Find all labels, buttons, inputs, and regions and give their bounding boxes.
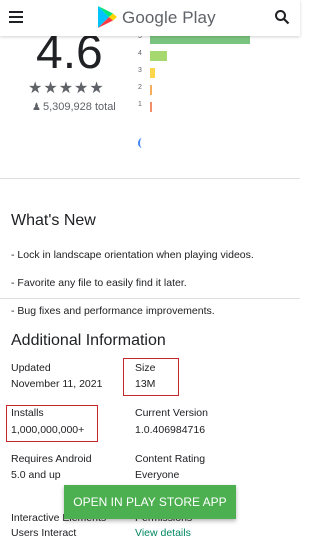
google-play-logo-icon	[98, 6, 117, 28]
whats-new-line: - Favorite any file to easily find it la…	[11, 277, 187, 289]
current-version-value: 1.0.406984716	[135, 424, 206, 436]
interactive-elements-value: Users Interact	[11, 527, 77, 539]
whats-new-body: - Lock in landscape orientation when pla…	[11, 234, 254, 332]
histogram-star-label: 2	[138, 84, 142, 91]
review-count-text: 5,309,928 total	[42, 101, 116, 113]
divider	[0, 298, 300, 299]
size-highlight-box	[123, 358, 179, 396]
updated-label: Updated	[11, 362, 51, 374]
histogram-bar	[150, 68, 155, 78]
requires-android-value: 5.0 and up	[11, 469, 61, 481]
permissions-view-details-link[interactable]: View details	[135, 527, 191, 539]
installs-highlight-box	[6, 405, 98, 442]
updated-value: November 11, 2021	[11, 378, 103, 390]
top-app-bar: Google Play	[0, 0, 300, 36]
histogram-bar	[150, 85, 152, 95]
histogram-star-label: 4	[138, 50, 142, 57]
loading-arc	[138, 138, 146, 148]
whats-new-line: - Bug fixes and performance improvements…	[11, 305, 215, 317]
brand-name[interactable]: Google Play	[122, 8, 216, 28]
requires-android-label: Requires Android	[11, 453, 92, 465]
histogram-bar	[150, 51, 167, 61]
hamburger-menu-icon[interactable]	[9, 11, 23, 23]
content-rating-value: Everyone	[135, 469, 180, 481]
content-rating-label: Content Rating	[135, 453, 206, 465]
search-icon[interactable]	[274, 9, 290, 25]
divider	[0, 178, 300, 179]
histogram-star-label: 1	[138, 101, 142, 108]
additional-info-title: Additional Information	[11, 332, 166, 349]
histogram-bar	[150, 102, 152, 112]
rating-stars: ★★★★★	[28, 80, 105, 97]
person-icon: ♟	[32, 102, 41, 113]
whats-new-line: - Lock in landscape orientation when pla…	[11, 249, 254, 261]
histogram-star-label: 3	[138, 67, 142, 74]
current-version-label: Current Version	[135, 407, 208, 419]
whats-new-title: What's New	[11, 212, 96, 229]
open-in-play-store-button[interactable]: OPEN IN PLAY STORE APP	[64, 485, 236, 519]
review-count: ♟ 5,309,928 total	[32, 101, 116, 113]
